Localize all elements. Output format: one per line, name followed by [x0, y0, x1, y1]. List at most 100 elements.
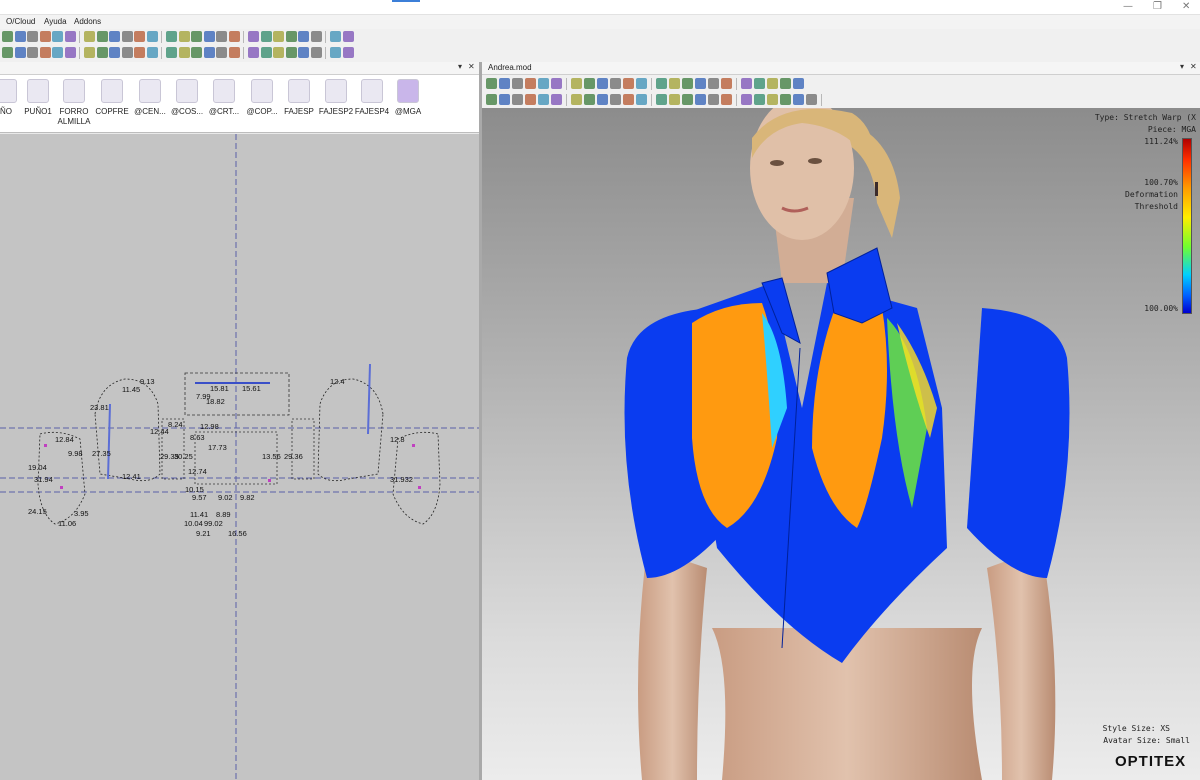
toolbar-tool-icon[interactable] — [228, 31, 240, 42]
toolbar-tool-icon[interactable] — [96, 47, 108, 58]
toolbar-tool-icon[interactable] — [342, 31, 354, 42]
toolbar-tool-icon[interactable] — [330, 31, 341, 42]
toolbar-tool-icon[interactable] — [512, 94, 523, 105]
toolbar-tool-icon[interactable] — [669, 94, 680, 105]
toolbar-tool-icon[interactable] — [52, 47, 63, 58]
toolbar-tool-icon[interactable] — [551, 94, 562, 105]
toolbar-tool-icon[interactable] — [109, 31, 120, 42]
toolbar-tool-icon[interactable] — [178, 47, 190, 58]
pane-pin-icon[interactable]: ▾ — [458, 62, 462, 71]
toolbar-tool-icon[interactable] — [741, 78, 752, 89]
toolbar-tool-icon[interactable] — [273, 47, 284, 58]
toolbar-tool-icon[interactable] — [682, 94, 693, 105]
toolbar-tool-icon[interactable] — [597, 78, 608, 89]
toolbar-tool-icon[interactable] — [96, 31, 108, 42]
piece-item[interactable]: @CEN... — [130, 75, 170, 133]
toolbar-tool-icon[interactable] — [285, 31, 297, 42]
toolbar-tool-icon[interactable] — [310, 31, 322, 42]
toolbar-tool-icon[interactable] — [780, 94, 791, 105]
toolbar-tool-icon[interactable] — [610, 78, 621, 89]
minimize-button[interactable]: — — [1123, 1, 1133, 12]
toolbar-tool-icon[interactable] — [721, 78, 732, 89]
pane-close-icon[interactable]: ✕ — [468, 62, 475, 71]
toolbar-tool-icon[interactable] — [64, 31, 76, 42]
toolbar-tool-icon[interactable] — [260, 31, 272, 42]
toolbar-tool-icon[interactable] — [538, 78, 549, 89]
toolbar-tool-icon[interactable] — [793, 94, 804, 105]
toolbar-tool-icon[interactable] — [806, 94, 817, 105]
piece-item[interactable]: FAJESP4 — [352, 75, 392, 133]
toolbar-tool-icon[interactable] — [203, 47, 215, 58]
toolbar-tool-icon[interactable] — [191, 47, 202, 58]
toolbar-tool-icon[interactable] — [166, 31, 177, 42]
toolbar-tool-icon[interactable] — [499, 94, 510, 105]
toolbar-tool-icon[interactable] — [636, 78, 647, 89]
toolbar-tool-icon[interactable] — [793, 78, 804, 89]
toolbar-tool-icon[interactable] — [656, 78, 667, 89]
toolbar-tool-icon[interactable] — [52, 31, 63, 42]
toolbar-tool-icon[interactable] — [623, 94, 634, 105]
toolbar-tool-icon[interactable] — [695, 78, 706, 89]
toolbar-tool-icon[interactable] — [84, 31, 95, 42]
pattern-workspace[interactable]: 9.13 11.45 23.81 12.84 9.98 19.04 31.94 … — [0, 134, 479, 780]
toolbar-tool-icon[interactable] — [571, 94, 582, 105]
toolbar-tool-icon[interactable] — [64, 47, 76, 58]
toolbar-tool-icon[interactable] — [285, 47, 297, 58]
toolbar-tool-icon[interactable] — [486, 94, 497, 105]
toolbar-tool-icon[interactable] — [525, 94, 536, 105]
toolbar-tool-icon[interactable] — [216, 47, 227, 58]
toolbar-tool-icon[interactable] — [146, 31, 158, 42]
toolbar-tool-icon[interactable] — [754, 94, 765, 105]
toolbar-tool-icon[interactable] — [767, 78, 778, 89]
toolbar-tool-icon[interactable] — [178, 31, 190, 42]
toolbar-tool-icon[interactable] — [721, 94, 732, 105]
toolbar-tool-icon[interactable] — [499, 78, 510, 89]
toolbar-tool-icon[interactable] — [203, 31, 215, 42]
piece-item[interactable]: @COP... — [242, 75, 282, 133]
pane-pin-icon[interactable]: ▾ — [1180, 62, 1184, 71]
toolbar-tool-icon[interactable] — [84, 47, 95, 58]
toolbar-tool-icon[interactable] — [695, 94, 706, 105]
piece-item[interactable]: FORRO ALMILLA — [54, 75, 94, 133]
toolbar-tool-icon[interactable] — [146, 47, 158, 58]
piece-item[interactable]: @CRT... — [204, 75, 244, 133]
piece-item[interactable]: COPFRE — [92, 75, 132, 133]
piece-item[interactable]: FAJESP2 — [316, 75, 356, 133]
piece-item[interactable]: FAJESP — [279, 75, 319, 133]
toolbar-tool-icon[interactable] — [636, 94, 647, 105]
toolbar-tool-icon[interactable] — [342, 47, 354, 58]
toolbar-tool-icon[interactable] — [512, 78, 523, 89]
toolbar-tool-icon[interactable] — [767, 94, 778, 105]
piece-item[interactable]: @MGA — [388, 75, 428, 133]
toolbar-tool-icon[interactable] — [741, 94, 752, 105]
menu-addons[interactable]: Addons — [74, 17, 101, 26]
toolbar-tool-icon[interactable] — [134, 31, 145, 42]
toolbar-tool-icon[interactable] — [248, 31, 259, 42]
toolbar-tool-icon[interactable] — [191, 31, 202, 42]
menu-ocloud[interactable]: O/Cloud — [6, 17, 35, 26]
toolbar-tool-icon[interactable] — [2, 47, 13, 58]
toolbar-tool-icon[interactable] — [166, 47, 177, 58]
toolbar-tool-icon[interactable] — [551, 78, 562, 89]
toolbar-tool-icon[interactable] — [525, 78, 536, 89]
toolbar-tool-icon[interactable] — [571, 78, 582, 89]
toolbar-tool-icon[interactable] — [610, 94, 621, 105]
toolbar-tool-icon[interactable] — [27, 47, 38, 58]
close-window-button[interactable]: ✕ — [1182, 1, 1190, 12]
toolbar-tool-icon[interactable] — [228, 47, 240, 58]
toolbar-tool-icon[interactable] — [14, 31, 26, 42]
toolbar-tool-icon[interactable] — [486, 78, 497, 89]
toolbar-tool-icon[interactable] — [754, 78, 765, 89]
toolbar-tool-icon[interactable] — [27, 31, 38, 42]
toolbar-tool-icon[interactable] — [330, 47, 341, 58]
toolbar-tool-icon[interactable] — [597, 94, 608, 105]
toolbar-tool-icon[interactable] — [39, 47, 51, 58]
3d-viewer[interactable]: Type: Stretch Warp (X Piece: MGA 111.24%… — [482, 108, 1200, 780]
toolbar-tool-icon[interactable] — [708, 78, 719, 89]
toolbar-tool-icon[interactable] — [109, 47, 120, 58]
toolbar-tool-icon[interactable] — [260, 47, 272, 58]
toolbar-tool-icon[interactable] — [682, 78, 693, 89]
pane-close-icon[interactable]: ✕ — [1190, 62, 1197, 71]
toolbar-tool-icon[interactable] — [623, 78, 634, 89]
toolbar-tool-icon[interactable] — [656, 94, 667, 105]
